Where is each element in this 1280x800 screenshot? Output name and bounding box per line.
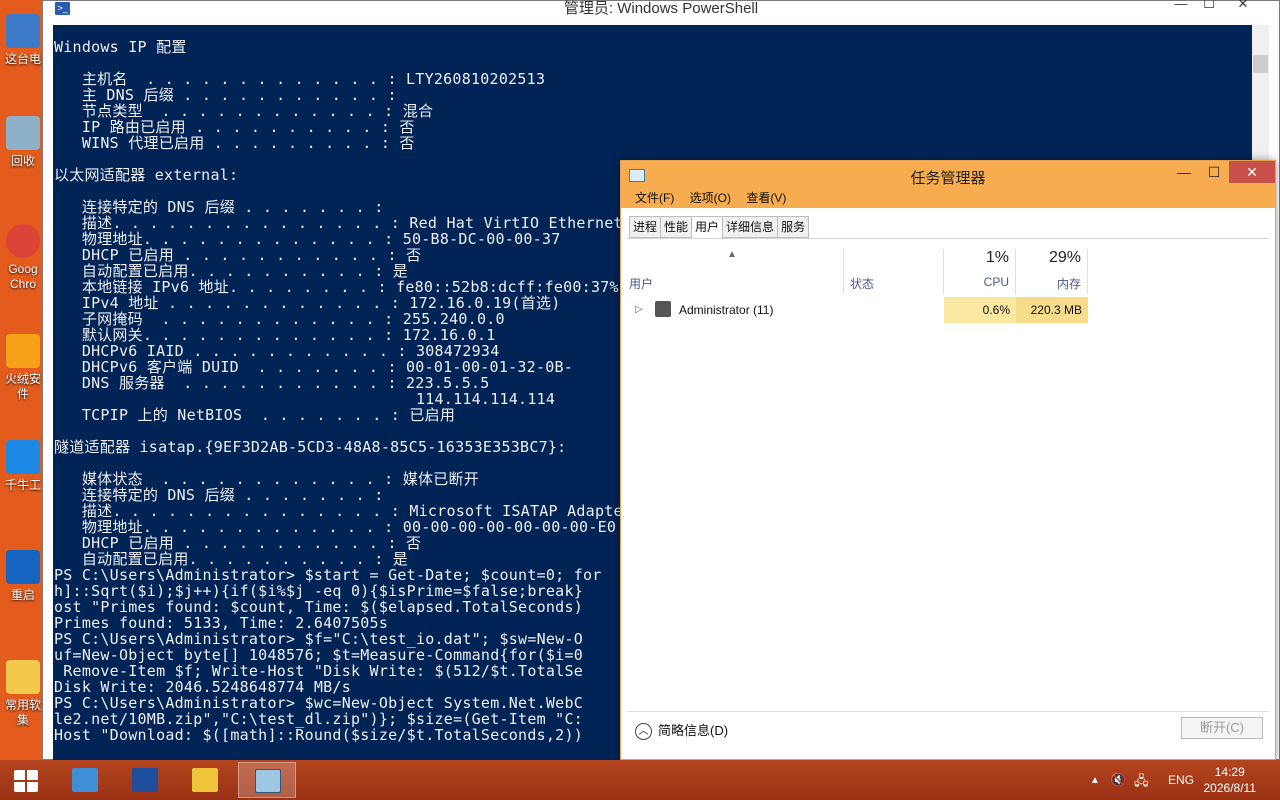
disconnect-button[interactable]: 断开(C) [1181,717,1263,739]
tab-performance[interactable]: 性能 [660,216,693,238]
clock[interactable]: 14:29 2026/8/11 [1204,764,1257,796]
user-name: Administrator (11) [679,303,774,317]
maximize-button[interactable]: ☐ [1199,161,1229,183]
menu-file[interactable]: 文件(F) [635,188,674,208]
cpu-total-percent: 1% [985,249,1009,266]
taskbar: ▲ 🔇 🖧 ENG 14:29 2026/8/11 [0,760,1280,800]
column-header-memory[interactable]: 29% 内存 [1016,249,1088,294]
desktop-icon-common-software[interactable]: 常用软 集 [0,660,46,728]
memory-total-percent: 29% [1048,249,1081,266]
recycle-bin-icon [6,116,40,150]
start-button[interactable] [0,762,58,798]
network-icon[interactable]: 🖧 [1134,772,1149,794]
chevron-up-icon: ︿ [635,723,652,741]
sort-up-icon: ▲ [727,249,737,260]
fewer-details-button[interactable]: ︿ 简略信息(D) [635,720,728,741]
restart-icon [6,550,40,584]
menu-options[interactable]: 选项(O) [690,188,731,208]
language-indicator[interactable]: ENG [1168,773,1194,787]
expand-chevron-icon[interactable]: ▷ [635,297,643,323]
user-memory: 220.3 MB [1016,297,1088,323]
column-header-state[interactable]: 状态 [844,249,944,294]
system-tray: ▲ 🔇 🖧 ENG 14:29 2026/8/11 [1080,760,1280,800]
console-line: 主机名 . . . . . . . . . . . . . : LTY26081… [54,70,546,88]
qianniu-icon [6,440,40,474]
computer-icon [6,14,40,48]
taskbar-file-explorer[interactable] [176,762,234,798]
console-line: 节点类型 . . . . . . . . . . . . : 混合 [54,102,434,120]
console-line: IP 路由已启用 . . . . . . . . . . : 否 [54,118,415,136]
console-line: Windows IP 配置 [54,38,187,56]
column-header-cpu[interactable]: 1% CPU [944,249,1016,294]
chrome-icon [6,224,40,258]
show-hidden-icons-icon[interactable]: ▲ [1090,775,1100,786]
desktop-icon-huorong[interactable]: 火绒安 件 [0,334,46,402]
maximize-button[interactable]: ☐ [1195,0,1223,15]
console-line: 主 DNS 后缀 . . . . . . . . . . . : [54,86,397,104]
tab-services[interactable]: 服务 [777,216,810,238]
task-manager-window[interactable]: 任务管理器 — ☐ ✕ 文件(F) 选项(O) 查看(V) 进程 性能 用户 详… [620,160,1276,760]
desktop-icon-recycle-bin[interactable]: 回收 [0,116,46,169]
desktop-icon-restart[interactable]: 重启 [0,550,46,603]
taskbar-server-manager[interactable] [56,762,114,798]
tab-bar: 进程 性能 用户 详细信息 服务 [629,216,810,239]
folder-icon [6,660,40,694]
file-explorer-icon [192,768,218,792]
desktop-icon-this-pc[interactable]: 这台电 [0,14,46,67]
powershell-title: 管理员: Windows PowerShell [563,0,759,17]
column-header-user[interactable]: ▲ 用户 [627,249,844,294]
user-avatar-icon [655,301,671,317]
menu-bar: 文件(F) 选项(O) 查看(V) [621,188,1275,208]
start-icon [14,770,38,792]
close-button[interactable]: ✕ [1229,161,1275,183]
console-line: WINS 代理已启用 . . . . . . . . . : 否 [54,134,415,152]
minimize-button[interactable]: — [1167,0,1195,15]
taskbar-powershell[interactable] [116,762,174,798]
close-button[interactable]: ✕ [1229,0,1257,15]
menu-view[interactable]: 查看(V) [746,188,786,208]
tab-processes[interactable]: 进程 [629,216,662,238]
task-manager-titlebar[interactable]: 任务管理器 — ☐ ✕ [621,161,1275,188]
volume-muted-icon[interactable]: 🔇 [1110,772,1126,788]
huorong-icon [6,334,40,368]
powershell-icon [132,768,158,792]
tab-details[interactable]: 详细信息 [722,216,779,238]
task-manager-footer: ︿ 简略信息(D) 断开(C) [627,711,1269,745]
desktop-icon-chrome[interactable]: Goog Chro [0,224,46,292]
table-row[interactable]: ▷ Administrator (11) 0.6% 220.3 MB [627,297,1088,323]
powershell-titlebar[interactable]: >_ 管理员: Windows PowerShell — ☐ ✕ [43,0,1279,23]
desktop-icon-qianniu[interactable]: 千牛工 [0,440,46,493]
task-manager-icon [255,769,281,793]
tab-users[interactable]: 用户 [691,216,724,239]
users-panel: ▲ 用户 状态 1% CPU 29% 内存 ▷ Administrator (1… [627,238,1269,708]
scrollbar-thumb[interactable] [1253,55,1268,73]
user-cpu: 0.6% [944,297,1016,323]
server-manager-icon [72,768,98,792]
taskbar-task-manager[interactable] [238,762,296,798]
minimize-button[interactable]: — [1169,161,1199,183]
